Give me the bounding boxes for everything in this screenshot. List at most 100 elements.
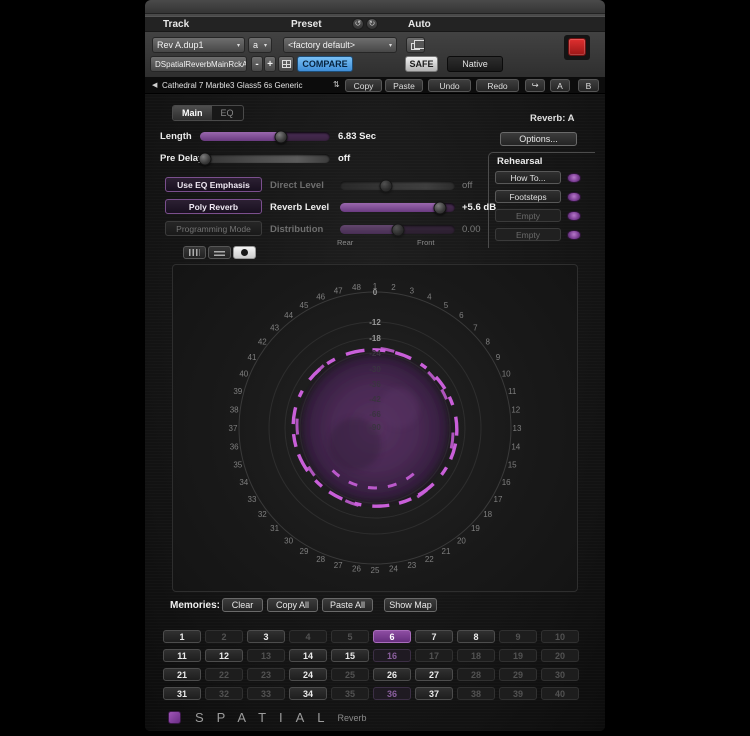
radar-panel[interactable]: 1234567891011121314151617181920212223242… xyxy=(172,264,578,592)
preset-rotate-left-icon[interactable]: ↺ xyxy=(352,18,364,30)
memory-cell-33[interactable]: 33 xyxy=(247,687,285,700)
memory-cell-15[interactable]: 15 xyxy=(331,649,369,662)
memory-cell-13[interactable]: 13 xyxy=(247,649,285,662)
memory-cell-31[interactable]: 31 xyxy=(163,687,201,700)
memory-cell-19[interactable]: 19 xyxy=(499,649,537,662)
memories-clear-button[interactable]: Clear xyxy=(222,598,263,612)
length-slider-thumb[interactable] xyxy=(274,130,287,143)
rehearsal-item-button[interactable]: Footsteps xyxy=(495,190,561,203)
speaker-icon[interactable] xyxy=(567,173,581,183)
memories-copy-all-button[interactable]: Copy All xyxy=(267,598,318,612)
memory-cell-2[interactable]: 2 xyxy=(205,630,243,643)
memory-cell-20[interactable]: 20 xyxy=(541,649,579,662)
memory-cell-10[interactable]: 10 xyxy=(541,630,579,643)
memory-cell-35[interactable]: 35 xyxy=(331,687,369,700)
memory-cell-36[interactable]: 36 xyxy=(373,687,411,700)
preset-rotate-right-icon[interactable]: ↻ xyxy=(366,18,378,30)
rehearsal-item-button[interactable]: Empty xyxy=(495,228,561,241)
preset-title[interactable]: Cathedral 7 Marble3 Glass5 6s Generic xyxy=(162,81,303,90)
radar-db-label: -24 xyxy=(369,349,381,358)
memory-cell-32[interactable]: 32 xyxy=(205,687,243,700)
copy-button[interactable]: Copy xyxy=(345,79,382,92)
save-preset-button[interactable] xyxy=(406,37,425,53)
preset-selector[interactable]: <factory default> ▾ xyxy=(283,37,397,53)
memory-cell-24[interactable]: 24 xyxy=(289,668,327,681)
pre-delay-slider[interactable] xyxy=(200,154,330,163)
radar-display[interactable]: 1234567891011121314151617181920212223242… xyxy=(173,265,577,591)
paste-button[interactable]: Paste xyxy=(385,79,423,92)
memory-cell-23[interactable]: 23 xyxy=(247,668,285,681)
memory-cell-6[interactable]: 6 xyxy=(373,630,411,643)
safe-button[interactable]: SAFE xyxy=(405,56,438,72)
view-radar-button[interactable] xyxy=(233,246,256,259)
memory-cell-25[interactable]: 25 xyxy=(331,668,369,681)
speaker-icon[interactable] xyxy=(567,211,581,221)
redo-jump-button[interactable]: ↪ xyxy=(525,79,545,92)
setting-a-button[interactable]: A xyxy=(550,79,570,92)
poly-reverb-button[interactable]: Poly Reverb xyxy=(165,199,262,214)
native-button[interactable]: Native xyxy=(447,56,503,72)
memory-cell-18[interactable]: 18 xyxy=(457,649,495,662)
rehearsal-item-button[interactable]: Empty xyxy=(495,209,561,222)
distribution-slider[interactable] xyxy=(340,225,455,234)
pre-delay-slider-thumb[interactable] xyxy=(199,152,212,165)
preset-back-icon[interactable]: ◀ xyxy=(152,81,157,89)
plugin-selector[interactable]: DSpatialReverbMainRckA ▾ xyxy=(150,56,247,72)
preset-spinner-icon[interactable]: ⇅ xyxy=(333,80,340,89)
speaker-icon[interactable] xyxy=(567,230,581,240)
reverb-level-slider-thumb[interactable] xyxy=(434,201,447,214)
direct-level-slider[interactable] xyxy=(340,181,455,190)
memory-cell-12[interactable]: 12 xyxy=(205,649,243,662)
memory-cell-28[interactable]: 28 xyxy=(457,668,495,681)
use-eq-emphasis-button[interactable]: Use EQ Emphasis xyxy=(165,177,262,192)
memory-cell-11[interactable]: 11 xyxy=(163,649,201,662)
tab-eq[interactable]: EQ xyxy=(212,106,243,120)
memory-cell-26[interactable]: 26 xyxy=(373,668,411,681)
memory-cell-34[interactable]: 34 xyxy=(289,687,327,700)
previous-plugin-button[interactable]: - xyxy=(251,56,263,72)
target-button[interactable] xyxy=(568,38,586,56)
length-slider[interactable] xyxy=(200,132,330,141)
memory-cell-37[interactable]: 37 xyxy=(415,687,453,700)
next-plugin-button[interactable]: + xyxy=(264,56,276,72)
undo-button[interactable]: Undo xyxy=(428,79,471,92)
view-columns-button[interactable] xyxy=(183,246,206,259)
memory-cell-14[interactable]: 14 xyxy=(289,649,327,662)
insert-position-button[interactable] xyxy=(278,56,294,72)
memory-cell-9[interactable]: 9 xyxy=(499,630,537,643)
speaker-icon[interactable] xyxy=(567,192,581,202)
memory-cell-8[interactable]: 8 xyxy=(457,630,495,643)
memory-cell-1[interactable]: 1 xyxy=(163,630,201,643)
redo-button[interactable]: Redo xyxy=(476,79,519,92)
memory-cell-17[interactable]: 17 xyxy=(415,649,453,662)
direct-level-slider-thumb[interactable] xyxy=(380,179,393,192)
memories-paste-all-button[interactable]: Paste All xyxy=(322,598,373,612)
memory-cell-5[interactable]: 5 xyxy=(331,630,369,643)
memories-show-map-button[interactable]: Show Map xyxy=(384,598,437,612)
tab-main[interactable]: Main xyxy=(173,106,212,120)
memory-cell-16[interactable]: 16 xyxy=(373,649,411,662)
memory-cell-21[interactable]: 21 xyxy=(163,668,201,681)
memory-cell-7[interactable]: 7 xyxy=(415,630,453,643)
view-rows-button[interactable] xyxy=(208,246,231,259)
memory-cell-3[interactable]: 3 xyxy=(247,630,285,643)
track-output-selector[interactable]: a ▾ xyxy=(248,37,272,53)
track-selector[interactable]: Rev A.dup1 ▾ xyxy=(152,37,245,53)
memory-cell-30[interactable]: 30 xyxy=(541,668,579,681)
memory-cell-22[interactable]: 22 xyxy=(205,668,243,681)
window-titlebar[interactable] xyxy=(145,0,605,14)
options-button[interactable]: Options... xyxy=(500,132,577,146)
memory-cell-40[interactable]: 40 xyxy=(541,687,579,700)
reverb-slot-label: Reverb: A xyxy=(530,113,575,124)
memory-cell-4[interactable]: 4 xyxy=(289,630,327,643)
distribution-slider-thumb[interactable] xyxy=(391,223,404,236)
memory-cell-39[interactable]: 39 xyxy=(499,687,537,700)
memory-cell-38[interactable]: 38 xyxy=(457,687,495,700)
memory-cell-29[interactable]: 29 xyxy=(499,668,537,681)
compare-button[interactable]: COMPARE xyxy=(297,56,353,72)
memory-cell-27[interactable]: 27 xyxy=(415,668,453,681)
setting-b-button[interactable]: B xyxy=(578,79,599,92)
programming-mode-button[interactable]: Programming Mode xyxy=(165,221,262,236)
reverb-level-slider[interactable] xyxy=(340,203,455,212)
rehearsal-item-button[interactable]: How To... xyxy=(495,171,561,184)
